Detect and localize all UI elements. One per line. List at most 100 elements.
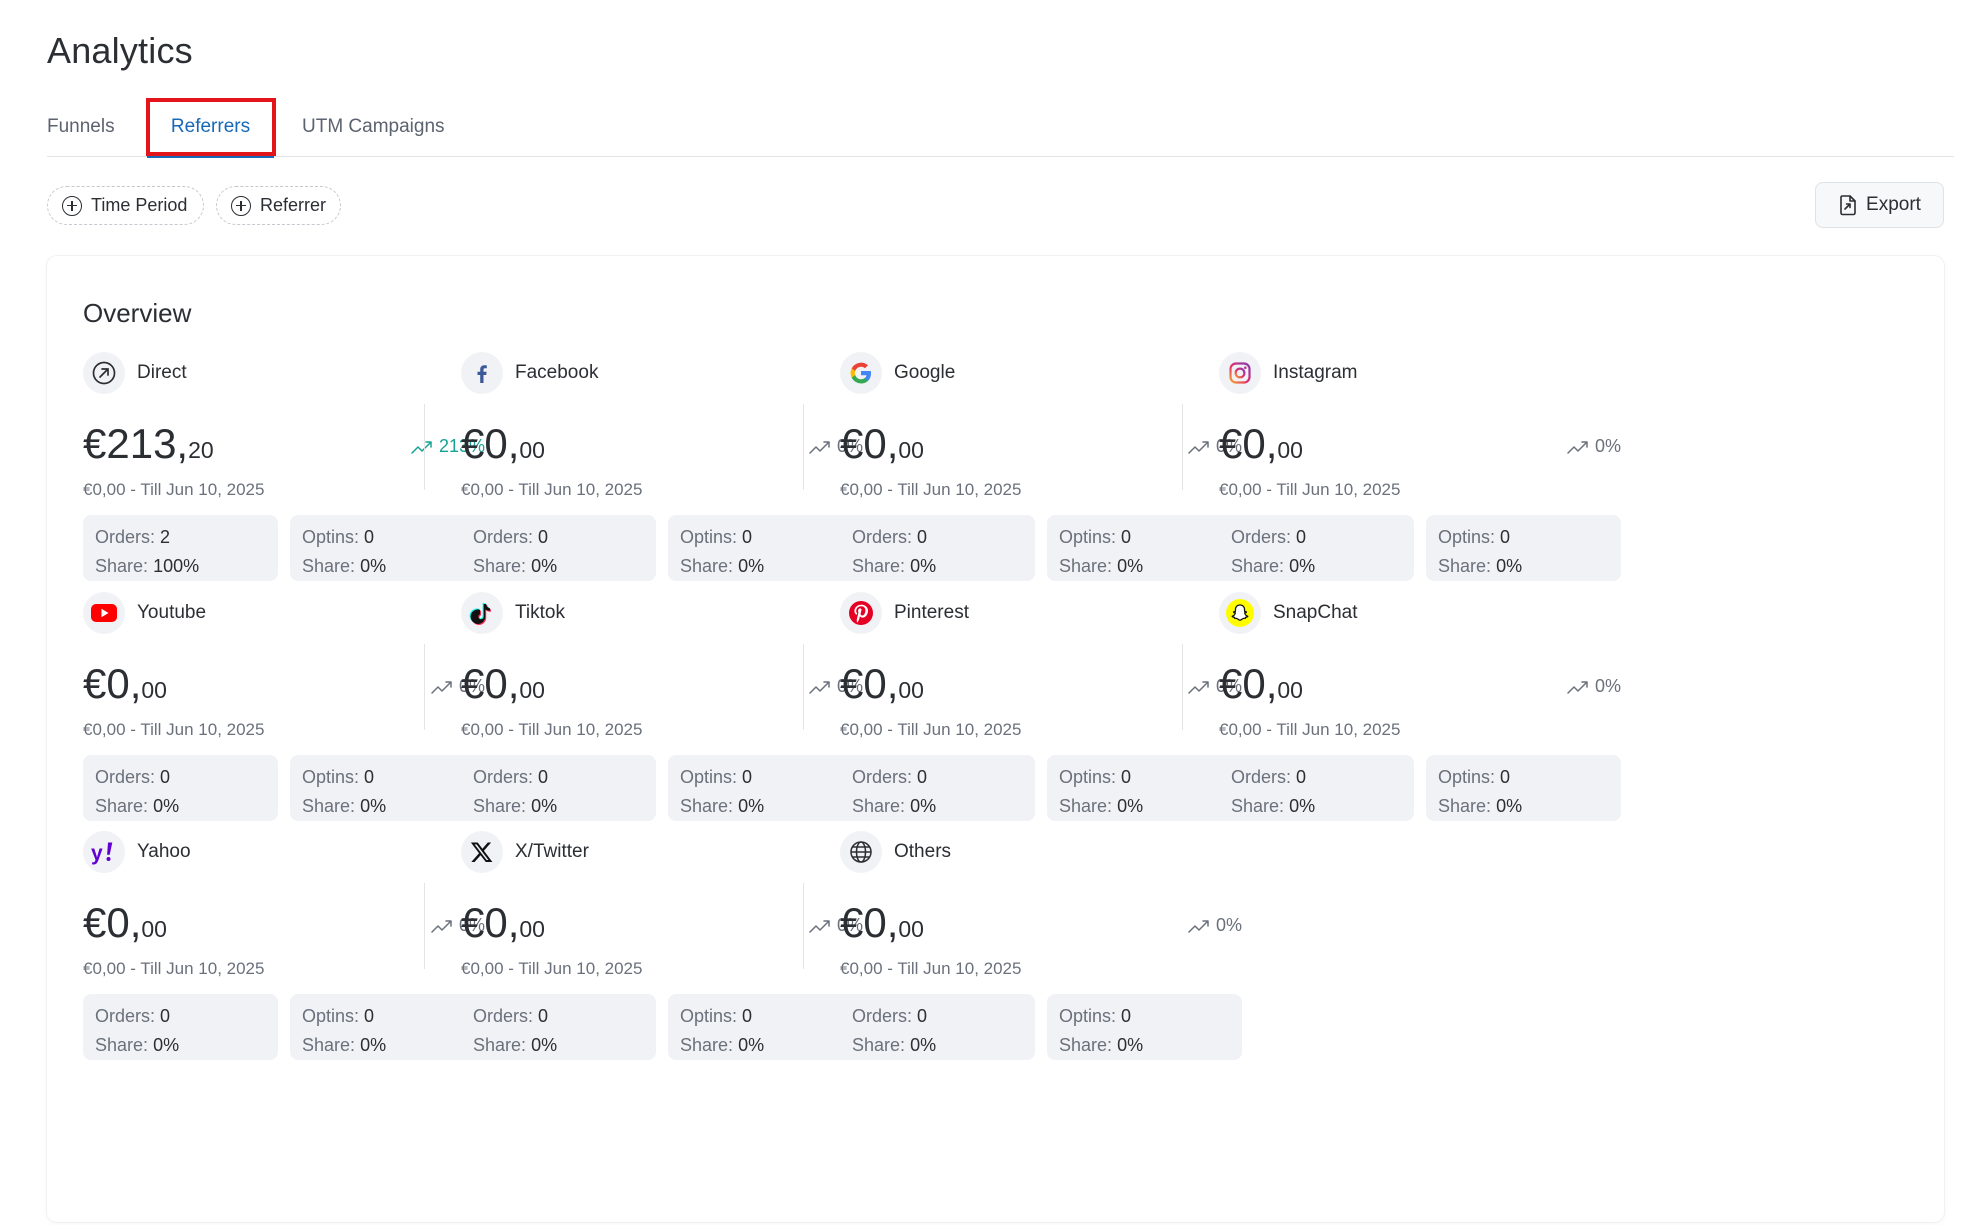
share-label: Share: — [95, 796, 149, 816]
share-label: Share: — [1059, 556, 1113, 576]
x-twitter-icon — [461, 831, 503, 873]
tab-funnels[interactable]: Funnels — [47, 97, 121, 157]
optins-label: Optins: — [1438, 767, 1496, 787]
referrer-card-others: Others €0,00 0% €0,00 - Till Jun 10, 2025 Or… — [803, 831, 1242, 1071]
optins-label: Optins: — [302, 1006, 360, 1026]
amount-main: €0, — [1219, 420, 1278, 467]
amount-main: €0, — [840, 420, 899, 467]
orders-stat-box: Orders: 0 Share: 0% — [840, 515, 1035, 581]
card-divider — [803, 883, 804, 969]
amount-cents: 00 — [519, 677, 545, 703]
share-label: Share: — [1059, 1035, 1113, 1055]
referrer-filter-button[interactable]: Referrer — [216, 186, 341, 225]
trend-indicator: 0% — [1567, 436, 1621, 457]
orders-share-value: 0% — [1289, 796, 1316, 816]
referrer-card-instagram: Instagram €0,00 0% €0,00 - Till Jun 10, 202… — [1182, 352, 1621, 592]
revenue-amount: €0,00 — [461, 660, 545, 714]
trend-arrow-icon — [809, 440, 830, 454]
orders-value: 0 — [538, 1006, 549, 1026]
export-button[interactable]: Export — [1815, 182, 1944, 228]
tab-referrers[interactable]: Referrers — [146, 97, 276, 158]
share-label: Share: — [302, 556, 356, 576]
trend-indicator: 0% — [1188, 915, 1242, 936]
share-label: Share: — [95, 556, 149, 576]
optins-label: Optins: — [1059, 1006, 1117, 1026]
instagram-icon — [1219, 352, 1261, 394]
optins-value: 0 — [364, 767, 375, 787]
svg-text:y: y — [91, 842, 103, 865]
referrer-name: Direct — [137, 362, 187, 383]
card-header: Others — [840, 831, 951, 873]
optins-label: Optins: — [680, 767, 738, 787]
amount-main: €0, — [1219, 660, 1278, 707]
orders-value: 0 — [538, 527, 549, 547]
referrer-name: Instagram — [1273, 362, 1358, 383]
amount-cents: 00 — [898, 437, 924, 463]
revenue-amount: €213,20 — [83, 420, 214, 474]
share-label: Share: — [473, 556, 527, 576]
period-text: €0,00 - Till Jun 10, 2025 — [840, 480, 1022, 499]
card-divider — [1182, 644, 1183, 730]
optins-value: 0 — [364, 527, 375, 547]
filter-label: Referrer — [260, 195, 327, 215]
share-label: Share: — [680, 1035, 734, 1055]
share-label: Share: — [680, 796, 734, 816]
orders-stat-box: Orders: 0 Share: 0% — [461, 515, 656, 581]
trend-arrow-icon — [411, 440, 432, 454]
optins-value: 0 — [1121, 767, 1132, 787]
optins-stat-box: Optins: 0 Share: 0% — [1047, 994, 1242, 1060]
tab-label: Referrers — [170, 116, 251, 137]
referrer-name: X/Twitter — [515, 841, 589, 862]
orders-stat-box: Orders: 0 Share: 0% — [840, 755, 1035, 821]
optins-share-value: 0% — [1496, 556, 1523, 576]
orders-share-value: 0% — [531, 796, 558, 816]
filter-label: Time Period — [91, 195, 188, 215]
share-label: Share: — [1059, 796, 1113, 816]
optins-share-value: 0% — [1117, 1035, 1144, 1055]
orders-value: 0 — [160, 767, 171, 787]
share-label: Share: — [302, 1035, 356, 1055]
optins-share-value: 0% — [1117, 796, 1144, 816]
share-label: Share: — [1231, 556, 1285, 576]
period-text: €0,00 - Till Jun 10, 2025 — [83, 480, 265, 499]
period-text: €0,00 - Till Jun 10, 2025 — [1219, 480, 1401, 499]
tab-utm-campaigns[interactable]: UTM Campaigns — [302, 97, 472, 157]
trend-arrow-icon — [809, 919, 830, 933]
optins-value: 0 — [742, 527, 753, 547]
orders-value: 0 — [160, 1006, 171, 1026]
optins-value: 0 — [1121, 527, 1132, 547]
optins-value: 0 — [1500, 527, 1511, 547]
active-tab-underline — [147, 156, 274, 158]
optins-value: 0 — [742, 767, 753, 787]
google-icon — [840, 352, 882, 394]
optins-value: 0 — [742, 1006, 753, 1026]
share-label: Share: — [473, 796, 527, 816]
trend-arrow-icon — [1567, 440, 1588, 454]
tab-label: Funnels — [47, 116, 115, 137]
optins-value: 0 — [1121, 1006, 1132, 1026]
export-label: Export — [1866, 194, 1921, 215]
trend-arrow-icon — [1567, 680, 1588, 694]
amount-cents: 00 — [519, 916, 545, 942]
optins-stat-box: Optins: 0 Share: 0% — [668, 515, 863, 581]
export-file-icon — [1840, 195, 1856, 216]
orders-label: Orders: — [95, 767, 156, 787]
facebook-icon — [461, 352, 503, 394]
share-label: Share: — [1231, 796, 1285, 816]
share-label: Share: — [852, 796, 906, 816]
share-label: Share: — [473, 1035, 527, 1055]
time-period-filter-button[interactable]: Time Period — [47, 186, 204, 225]
orders-value: 0 — [917, 527, 928, 547]
card-header: Google — [840, 352, 955, 394]
amount-main: €0, — [840, 899, 899, 946]
card-header: Pinterest — [840, 592, 969, 634]
orders-label: Orders: — [473, 767, 534, 787]
orders-value: 0 — [917, 1006, 928, 1026]
card-header: X/Twitter — [461, 831, 589, 873]
optins-share-value: 0% — [360, 556, 387, 576]
revenue-amount: €0,00 — [83, 899, 167, 953]
amount-cents: 00 — [898, 677, 924, 703]
card-divider — [424, 644, 425, 730]
share-label: Share: — [302, 796, 356, 816]
optins-share-value: 0% — [1117, 556, 1144, 576]
